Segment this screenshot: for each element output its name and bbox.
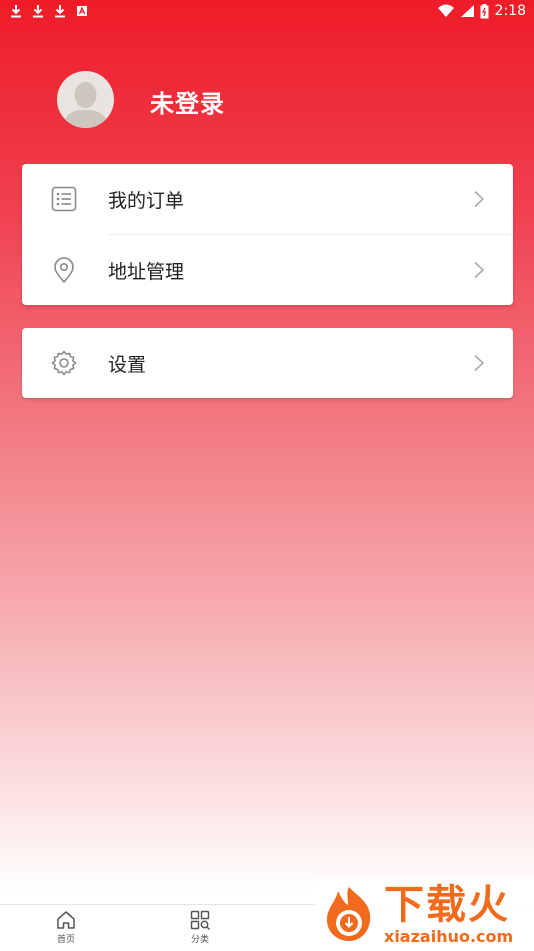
- my-orders-label: 我的订单: [108, 190, 185, 212]
- battery-icon: [480, 3, 489, 18]
- tab-home-label: 首页: [56, 935, 75, 945]
- location-pin-icon: [54, 257, 74, 284]
- status-bar: 2:18: [0, 0, 534, 24]
- login-prompt[interactable]: 未登录: [150, 84, 225, 119]
- address-management-label: 地址管理: [108, 261, 185, 283]
- tab-category-label: 分类: [190, 935, 209, 945]
- watermark: 下载火 xiazaihuo.com: [314, 877, 534, 950]
- menu-card: 我的订单 地址管理: [22, 164, 513, 305]
- chevron-right-icon: [474, 190, 485, 208]
- chevron-right-icon: [474, 354, 485, 372]
- download-icon: [33, 5, 43, 18]
- address-management-row[interactable]: 地址管理: [22, 235, 513, 305]
- gear-icon: [51, 350, 77, 376]
- avatar-placeholder-icon: [62, 82, 109, 128]
- tab-home[interactable]: 首页: [36, 909, 96, 945]
- watermark-url: xiazaihuo.com: [384, 927, 514, 946]
- flame-logo-icon: [326, 887, 371, 941]
- wifi-icon: [437, 4, 454, 17]
- settings-row[interactable]: 设置: [22, 328, 513, 398]
- my-orders-row[interactable]: 我的订单: [22, 164, 513, 234]
- home-icon: [57, 911, 75, 929]
- avatar[interactable]: [57, 71, 114, 128]
- settings-card: 设置: [22, 328, 513, 398]
- watermark-title: 下载火: [384, 882, 510, 928]
- settings-label: 设置: [108, 354, 147, 376]
- app-notification-icon: [77, 6, 87, 16]
- chevron-right-icon: [474, 261, 485, 279]
- tab-category[interactable]: 分类: [170, 909, 230, 945]
- download-icon: [11, 5, 21, 18]
- order-list-icon: [51, 186, 77, 212]
- signal-icon: [460, 5, 474, 17]
- clock: 2:18: [494, 3, 526, 19]
- download-icon: [55, 5, 65, 18]
- category-icon: [190, 910, 211, 931]
